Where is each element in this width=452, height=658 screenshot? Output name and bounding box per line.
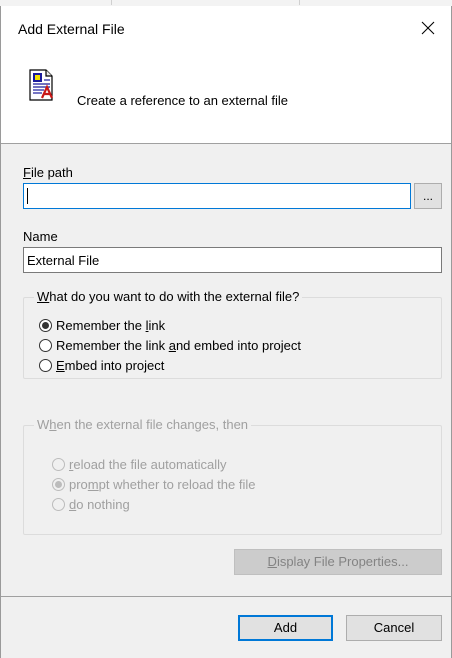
external-file-action-group: What do you want to do with the external… <box>23 289 442 379</box>
strip-divider <box>111 0 112 5</box>
radio-button[interactable] <box>52 498 65 511</box>
browse-button[interactable]: ... <box>414 183 442 209</box>
dialog-footer: Add Cancel <box>1 597 451 658</box>
display-file-properties-button[interactable]: Display File Properties... <box>234 549 442 575</box>
name-label: Name <box>23 229 58 244</box>
action-group-legend: What do you want to do with the external… <box>34 289 303 304</box>
cancel-button[interactable]: Cancel <box>346 615 442 641</box>
add-button[interactable]: Add <box>238 615 333 641</box>
radio-label: prompt whether to reload the file <box>69 477 256 492</box>
radio-label: do nothing <box>69 497 130 512</box>
close-button[interactable] <box>405 6 451 50</box>
add-external-file-dialog: Add External File Create a reference to … <box>0 6 452 658</box>
radio-button[interactable] <box>39 319 52 332</box>
radio-label: reload the file automatically <box>69 457 227 472</box>
radio-button[interactable] <box>39 359 52 372</box>
strip-divider <box>299 0 300 5</box>
external-file-icon <box>29 69 54 101</box>
name-input-value: External File <box>27 253 100 268</box>
title-bar[interactable]: Add External File <box>1 6 451 50</box>
dialog-header-text: Create a reference to an external file <box>77 93 289 108</box>
file-path-input[interactable] <box>23 183 411 209</box>
radio-button[interactable] <box>39 339 52 352</box>
dialog-header: Create a reference to an external file <box>1 50 451 143</box>
radio-label: Remember the link <box>56 318 166 333</box>
radio-button[interactable] <box>52 478 65 491</box>
text-caret <box>27 188 28 204</box>
radio-label: Embed into project <box>56 358 165 373</box>
close-icon <box>421 21 435 35</box>
file-change-behavior-group: When the external file changes, then rel… <box>23 417 442 535</box>
name-input[interactable]: External File <box>23 247 442 273</box>
dialog-body: File path ... Name External File What do… <box>1 144 451 596</box>
dialog-title: Add External File <box>18 21 125 37</box>
radio-label: Remember the link and embed into project <box>56 338 301 353</box>
change-group-legend: When the external file changes, then <box>34 417 252 432</box>
radio-button[interactable] <box>52 458 65 471</box>
file-path-label: File path <box>23 165 73 180</box>
